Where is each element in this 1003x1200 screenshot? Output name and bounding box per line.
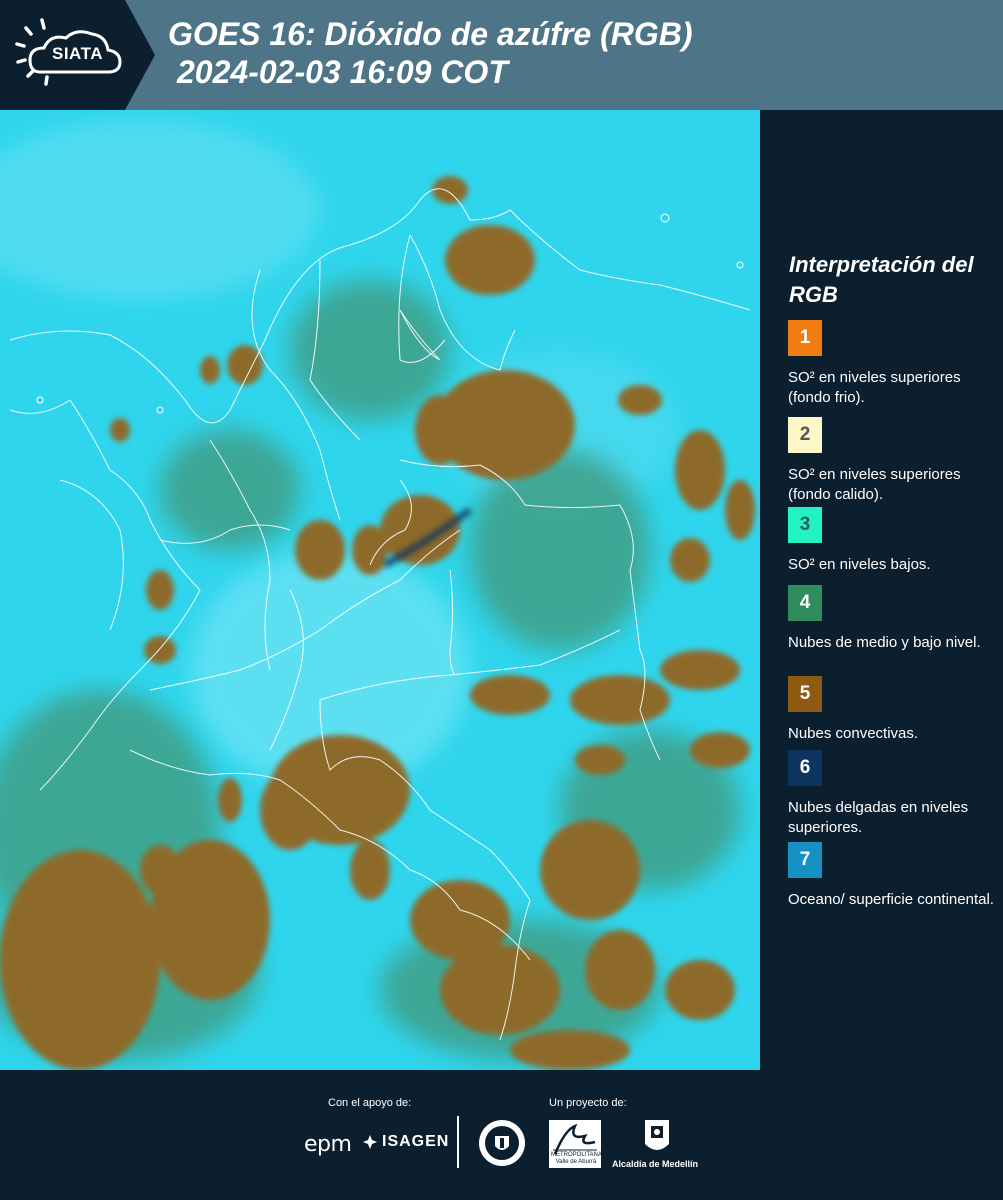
legend-text-3: SO² en niveles bajos.: [788, 556, 931, 573]
legend-text-2: SO² en niveles superiores (fondo calido)…: [788, 466, 961, 503]
page-timestamp: 2024-02-03 16:09 COT: [177, 54, 508, 90]
siata-logo[interactable]: SIATA: [0, 0, 155, 110]
legend-swatch-5: 5: [788, 676, 822, 712]
logo-text: SIATA: [52, 44, 103, 63]
legend-panel: Interpretación del RGB 1 SO² en niveles …: [760, 110, 1003, 1070]
legend-swatch-4: 4: [788, 585, 822, 621]
header: SIATA GOES 16: Dióxido de azúfre (RGB) 2…: [0, 0, 1003, 110]
legend-text-6: Nubes delgadas en niveles superiores.: [788, 799, 969, 836]
medellin-seal-icon[interactable]: [477, 1118, 527, 1168]
legend-text-1: SO² en niveles superiores (fondo frio).: [788, 369, 961, 406]
alcaldia-text: Alcaldía de Medellín: [612, 1159, 699, 1169]
legend-title: Interpretación del RGB: [789, 252, 974, 307]
support-label: Con el apoyo de:: [328, 1097, 412, 1109]
legend-item-6: 6 Nubes delgadas en niveles superiores.: [788, 750, 998, 838]
legend-item-2: 2 SO² en niveles superiores (fondo calid…: [788, 417, 998, 505]
alcaldia-shield-icon[interactable]: [643, 1118, 671, 1156]
project-label: Un proyecto de:: [549, 1097, 627, 1109]
legend-swatch-7: 7: [788, 842, 822, 878]
area-metropolitana-text: METROPOLITANA Valle de Aburrá: [551, 1152, 602, 1165]
isagen-text: ISAGEN: [382, 1133, 450, 1150]
satellite-image: [0, 110, 760, 1070]
legend-text-5: Nubes convectivas.: [788, 725, 919, 742]
legend-swatch-6: 6: [788, 750, 822, 786]
epm-logo[interactable]: epm: [304, 1132, 352, 1157]
isagen-icon: [363, 1135, 377, 1149]
satellite-map[interactable]: [0, 110, 760, 1070]
legend-swatch-3: 3: [788, 507, 822, 543]
isagen-logo[interactable]: ISAGEN: [362, 1133, 449, 1151]
legend-item-5: 5 Nubes convectivas.: [788, 676, 998, 744]
page-title: GOES 16: Dióxido de azúfre (RGB): [168, 16, 693, 52]
legend-swatch-2: 2: [788, 417, 822, 453]
legend-item-4: 4 Nubes de medio y bajo nivel.: [788, 585, 998, 653]
legend-swatch-1: 1: [788, 320, 822, 356]
legend-text-4: Nubes de medio y bajo nivel.: [788, 634, 981, 651]
legend-text-7: Oceano/ superficie continental.: [788, 891, 994, 908]
footer-divider: [457, 1116, 459, 1168]
legend-item-3: 3 SO² en niveles bajos.: [788, 507, 998, 575]
footer: Con el apoyo de: Un proyecto de: epm ISA…: [0, 1070, 1003, 1200]
legend-item-7: 7 Oceano/ superficie continental.: [788, 842, 998, 910]
legend-item-1: 1 SO² en niveles superiores (fondo frio)…: [788, 320, 998, 408]
